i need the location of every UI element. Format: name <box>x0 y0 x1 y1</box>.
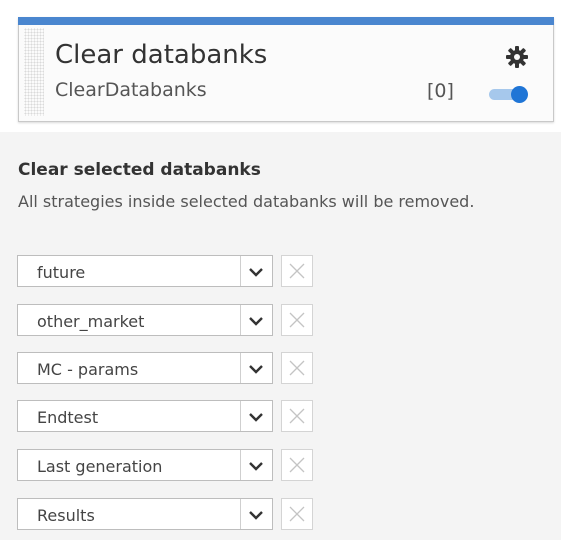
chevron-down-icon <box>249 365 263 374</box>
toggle-knob <box>511 86 528 103</box>
select-value: MC - params <box>37 360 139 379</box>
select-value: other_market <box>37 312 145 331</box>
remove-databank-button[interactable] <box>281 352 313 384</box>
close-icon <box>289 408 305 424</box>
remove-databank-button[interactable] <box>281 255 313 287</box>
databank-row: other_market <box>17 304 317 338</box>
databank-select[interactable]: Last generation <box>17 449 273 481</box>
select-divider <box>240 450 241 480</box>
remove-databank-button[interactable] <box>281 304 313 336</box>
select-value: Endtest <box>37 408 99 427</box>
panel-description: All strategies inside selected databanks… <box>18 192 475 211</box>
close-icon <box>289 457 305 473</box>
databank-select[interactable]: Results <box>17 498 273 530</box>
chevron-down-icon <box>249 413 263 422</box>
select-divider <box>240 256 241 286</box>
remove-databank-button[interactable] <box>281 400 313 432</box>
select-value: future <box>37 263 86 282</box>
select-divider <box>240 353 241 383</box>
databank-row: MC - params <box>17 352 317 386</box>
panel-title: Clear selected databanks <box>18 160 261 180</box>
chevron-down-icon <box>249 511 263 520</box>
enable-toggle[interactable] <box>489 86 529 104</box>
gear-icon[interactable] <box>505 45 529 69</box>
close-icon <box>289 506 305 522</box>
chevron-down-icon <box>249 317 263 326</box>
databank-row: Last generation <box>17 449 317 483</box>
select-divider <box>240 499 241 529</box>
chevron-down-icon <box>249 268 263 277</box>
databank-select[interactable]: Endtest <box>17 400 273 432</box>
select-value: Results <box>37 506 95 525</box>
block-title: Clear databanks <box>55 40 268 70</box>
remove-databank-button[interactable] <box>281 498 313 530</box>
databank-row: Results <box>17 498 317 532</box>
databank-row: Endtest <box>17 400 317 434</box>
databank-select[interactable]: MC - params <box>17 352 273 384</box>
drag-grip[interactable] <box>24 28 44 116</box>
block-subtitle: ClearDatabanks <box>55 79 207 101</box>
strategy-count: [0] <box>427 80 454 102</box>
databank-select[interactable]: other_market <box>17 304 273 336</box>
close-icon <box>289 360 305 376</box>
databank-select[interactable]: future <box>17 255 273 287</box>
close-icon <box>289 263 305 279</box>
databank-row: future <box>17 255 317 289</box>
close-icon <box>289 312 305 328</box>
databank-block-card[interactable]: Clear databanks ClearDatabanks [0] <box>18 17 554 122</box>
select-divider <box>240 401 241 431</box>
card-accent-bar <box>18 17 554 25</box>
block-header-area: Clear databanks ClearDatabanks [0] <box>0 0 561 132</box>
chevron-down-icon <box>249 462 263 471</box>
select-value: Last generation <box>37 457 163 476</box>
select-divider <box>240 305 241 335</box>
remove-databank-button[interactable] <box>281 449 313 481</box>
